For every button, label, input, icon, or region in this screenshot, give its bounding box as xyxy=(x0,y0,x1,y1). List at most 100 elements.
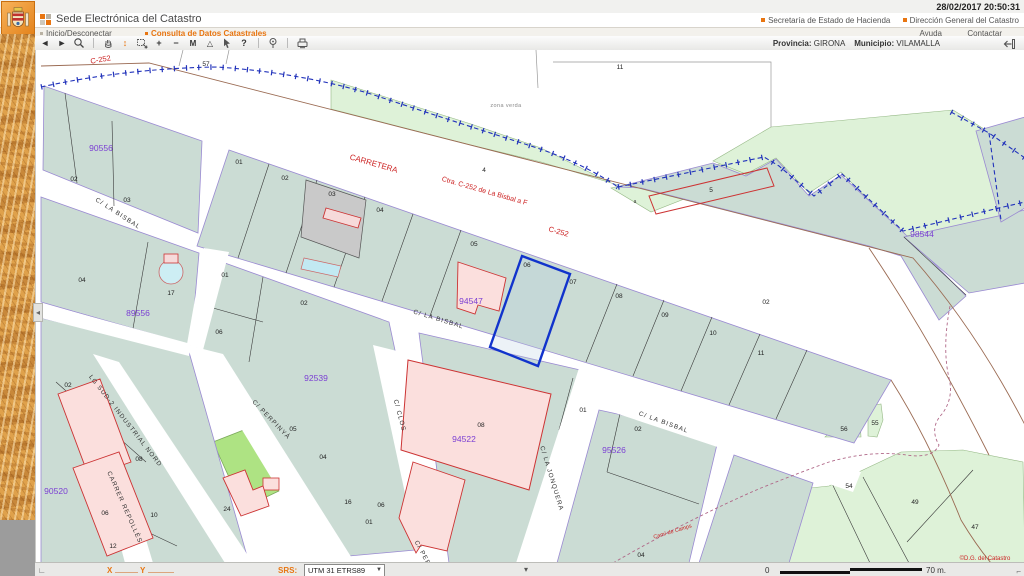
parcel-number: 55 xyxy=(871,420,879,427)
page-title: Sede Electrónica del Catastro xyxy=(56,13,202,25)
help-icon[interactable]: ? xyxy=(237,37,251,50)
road-label: C-252 xyxy=(548,224,570,238)
zoom-out-icon[interactable]: − xyxy=(169,37,183,50)
resize-corner-icon[interactable]: ⌐ xyxy=(1016,567,1021,576)
parcel-number: 47 xyxy=(971,524,979,531)
small-structure xyxy=(164,254,178,263)
footer-collapse-icon[interactable]: ▾ xyxy=(524,565,528,574)
print-icon[interactable] xyxy=(295,37,309,50)
parcel-number: 10 xyxy=(150,512,158,519)
provincia-value: GIRONA xyxy=(814,39,846,48)
parcel-number: 02 xyxy=(70,176,78,183)
parcel-number: 01 xyxy=(235,159,243,166)
parcel-number: 08 xyxy=(477,422,485,429)
parcel-number: 03 xyxy=(328,191,336,198)
link-dgc[interactable]: Dirección General del Catastro xyxy=(910,16,1019,25)
parcel-number: 05 xyxy=(289,426,297,433)
small-building xyxy=(263,478,279,490)
pan-vertical-icon[interactable]: ↕ xyxy=(118,37,132,50)
parcel-number: 04 xyxy=(78,277,86,284)
toolbar-separator xyxy=(287,38,288,48)
parcel-number: 06 xyxy=(215,329,223,336)
cadastral-code: 95526 xyxy=(602,445,626,455)
scale-distance-label: 70 m. xyxy=(926,566,946,575)
aerial-photo-strip xyxy=(0,34,35,520)
parcel-number: 04 xyxy=(637,552,645,559)
parcel-number: 01 xyxy=(579,407,587,414)
parcel-number: 02 xyxy=(281,175,289,182)
x-coordinate-line xyxy=(115,572,138,573)
zoom-window-icon[interactable] xyxy=(135,37,149,50)
exit-icon[interactable] xyxy=(1002,37,1016,50)
toolbar-separator xyxy=(258,38,259,48)
zoom-in-icon[interactable]: + xyxy=(152,37,166,50)
x-coordinate-label: X xyxy=(107,566,112,575)
sidebar-collapse-handle[interactable]: ◂ xyxy=(33,303,43,322)
cadastral-code: 89556 xyxy=(126,308,150,318)
parcel-number: 01 xyxy=(365,519,373,526)
locate-pin-icon[interactable] xyxy=(266,37,280,50)
cadastral-code: 94547 xyxy=(459,296,483,306)
aerial-photo-sidebar xyxy=(0,0,35,576)
measure-icon[interactable]: M xyxy=(186,37,200,50)
toolbar-separator xyxy=(93,38,94,48)
scale-segment xyxy=(780,571,850,574)
water-tank xyxy=(159,260,183,284)
forward-icon[interactable]: ► xyxy=(55,37,69,50)
y-coordinate-line xyxy=(148,572,174,573)
province-municipality: Provincia: GIRONA Municipio: VILAMALLA xyxy=(773,39,940,48)
parcel-number: 11 xyxy=(758,350,765,357)
road-label: Ctra. C-252 de La Bisbal a F xyxy=(441,176,528,207)
parcel-number: 11 xyxy=(617,64,624,71)
upper-parcel-lines xyxy=(179,50,771,127)
parcel-number: 57 xyxy=(202,61,210,68)
pan-hand-icon[interactable] xyxy=(101,37,115,50)
road-label: CARRETERA xyxy=(349,152,400,174)
parcel-number: 54 xyxy=(845,483,853,490)
srs-select[interactable]: UTM 31 ETRS89▼ xyxy=(304,564,385,576)
map-status-bar: ∟ X Y SRS: UTM 31 ETRS89▼ ▾ 0 70 m. ⌐ xyxy=(0,562,1024,576)
link-secretaria[interactable]: Secretaría de Estado de Hacienda xyxy=(768,16,890,25)
copyright-label: ©D.G. del Catastro xyxy=(960,555,1011,562)
parcel-number: 4 xyxy=(482,167,486,174)
subparcel-letter: a xyxy=(634,199,637,205)
spain-coat-of-arms-logo xyxy=(1,1,35,35)
sidebar-bottom-panel xyxy=(0,520,35,576)
parcel-number: 06 xyxy=(377,502,385,509)
bullet-icon xyxy=(145,32,148,35)
parcel-number: 5 xyxy=(709,187,713,194)
scale-bar: 0 70 m. xyxy=(765,564,965,576)
top-status-bar: 28/02/2017 20:50:31 xyxy=(0,0,1024,14)
parcel-number: 16 xyxy=(344,499,352,506)
parcel-number: 02 xyxy=(64,382,72,389)
datetime-display: 28/02/2017 20:50:31 xyxy=(936,2,1020,12)
y-coordinate-label: Y xyxy=(140,566,145,575)
parcel-number: 08 xyxy=(615,293,623,300)
cadastral-code: 90520 xyxy=(44,486,68,496)
resize-corner-icon: ∟ xyxy=(38,566,46,575)
parcel-number: 02 xyxy=(762,299,770,306)
parcel-number: 17 xyxy=(167,290,175,297)
back-icon[interactable]: ◄ xyxy=(38,37,52,50)
parcel-number: 02 xyxy=(634,426,642,433)
cadastral-code: 92539 xyxy=(304,373,328,383)
parcel-number: 24 xyxy=(223,506,231,513)
parcel-number: 07 xyxy=(569,279,577,286)
bullet-icon xyxy=(40,32,43,35)
cadastral-map-viewport[interactable]: 57 11 02 03 01 02 03 04 05 06 07 08 09 1… xyxy=(35,50,1024,562)
parcel-number: 04 xyxy=(376,207,384,214)
area-icon[interactable]: △ xyxy=(203,37,217,50)
bullet-icon xyxy=(903,18,907,22)
bullet-icon xyxy=(761,18,765,22)
catastro-logo-icon xyxy=(40,14,51,25)
parcel-number: 06 xyxy=(523,262,531,269)
map-toolbar: ◄ ► ↕ + − M △ ? Provincia: GIRONA Munici… xyxy=(0,36,1024,51)
parcel-number: 09 xyxy=(661,312,669,319)
pointer-query-icon[interactable] xyxy=(220,37,234,50)
zone-label: zona verda xyxy=(490,103,522,109)
catastro-app-window: 28/02/2017 20:50:31 Sede Electrónica del… xyxy=(0,0,1024,576)
parcel-number: 56 xyxy=(840,426,848,433)
srs-label: SRS: xyxy=(278,566,297,575)
zoom-search-icon[interactable] xyxy=(72,37,86,50)
chevron-down-icon: ▼ xyxy=(376,565,382,576)
